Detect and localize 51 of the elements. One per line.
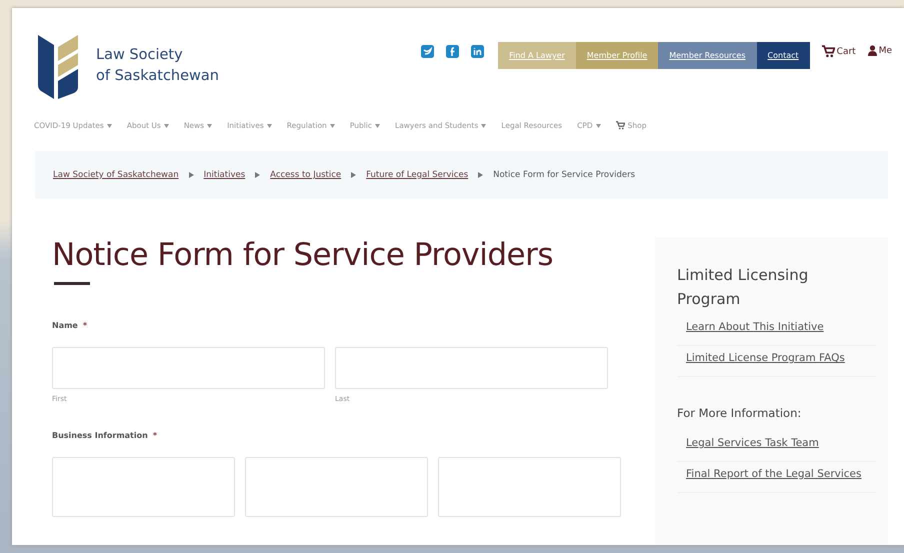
- input-field[interactable]: [52, 347, 325, 389]
- linkedin-icon[interactable]: [471, 45, 484, 58]
- account-link[interactable]: Me: [868, 45, 892, 56]
- sidebar-heading: For More Information:: [677, 405, 802, 422]
- sidebar-link[interactable]: Final Report of the Legal Services: [677, 462, 876, 493]
- caret-icon: [596, 124, 601, 128]
- caret-icon: [375, 124, 380, 128]
- account-label: Me: [878, 46, 892, 56]
- cart-icon: [616, 121, 625, 130]
- twitter-icon[interactable]: [421, 45, 434, 58]
- chevron-icon: [255, 172, 260, 178]
- sidebar-link[interactable]: Legal Services Task Team: [677, 431, 876, 462]
- header-link-button[interactable]: Member Resources: [658, 42, 757, 69]
- breadcrumb-link[interactable]: Future of Legal Services: [366, 170, 468, 180]
- input-field[interactable]: [245, 457, 428, 517]
- breadcrumb-link[interactable]: Initiatives: [204, 170, 246, 180]
- sidebar-heading: Limited Licensing Program: [677, 265, 810, 310]
- header-link-button[interactable]: Find A Lawyer: [498, 42, 576, 69]
- required-mark: *: [82, 321, 88, 330]
- caret-icon: [330, 124, 335, 128]
- chevron-icon: [188, 172, 194, 178]
- page-title: Notice Form for Service Providers: [52, 237, 554, 273]
- chevron-icon: [351, 172, 356, 178]
- current-page-text: Notice Form for Service Providers: [493, 170, 636, 180]
- logo-icon: [38, 33, 80, 99]
- facebook-icon[interactable]: [446, 45, 460, 58]
- sidebar-link[interactable]: Learn About This Initiative: [677, 315, 876, 346]
- header-link-button[interactable]: Member Profile: [576, 42, 658, 69]
- caret-icon: [481, 124, 486, 128]
- field-label: Name: [52, 321, 78, 330]
- caret-icon: [106, 124, 112, 128]
- breadcrumb-link[interactable]: Access to Justice: [270, 170, 342, 180]
- input-field[interactable]: [335, 347, 608, 389]
- input-field[interactable]: [52, 457, 235, 517]
- header-link-button[interactable]: Contact: [756, 42, 810, 69]
- logo-text: of Saskatchewan: [96, 67, 219, 86]
- cart-icon: [822, 45, 835, 58]
- chevron-icon: [478, 172, 484, 178]
- person-icon: [868, 45, 877, 56]
- caret-icon: [164, 124, 169, 128]
- field-label: Business Information: [52, 431, 148, 440]
- logo-text: Law Society: [96, 46, 184, 65]
- sidebar-link[interactable]: Limited License Program FAQs: [677, 346, 876, 377]
- caret-icon: [207, 124, 212, 128]
- required-mark: *: [152, 431, 157, 440]
- breadcrumb-link[interactable]: Law Society of Saskatchewan: [53, 170, 179, 180]
- input-field[interactable]: [438, 457, 621, 517]
- caret-icon: [266, 124, 272, 128]
- title-underline: [54, 282, 90, 285]
- cart-link[interactable]: Cart: [822, 45, 856, 58]
- cart-label: Cart: [836, 46, 856, 56]
